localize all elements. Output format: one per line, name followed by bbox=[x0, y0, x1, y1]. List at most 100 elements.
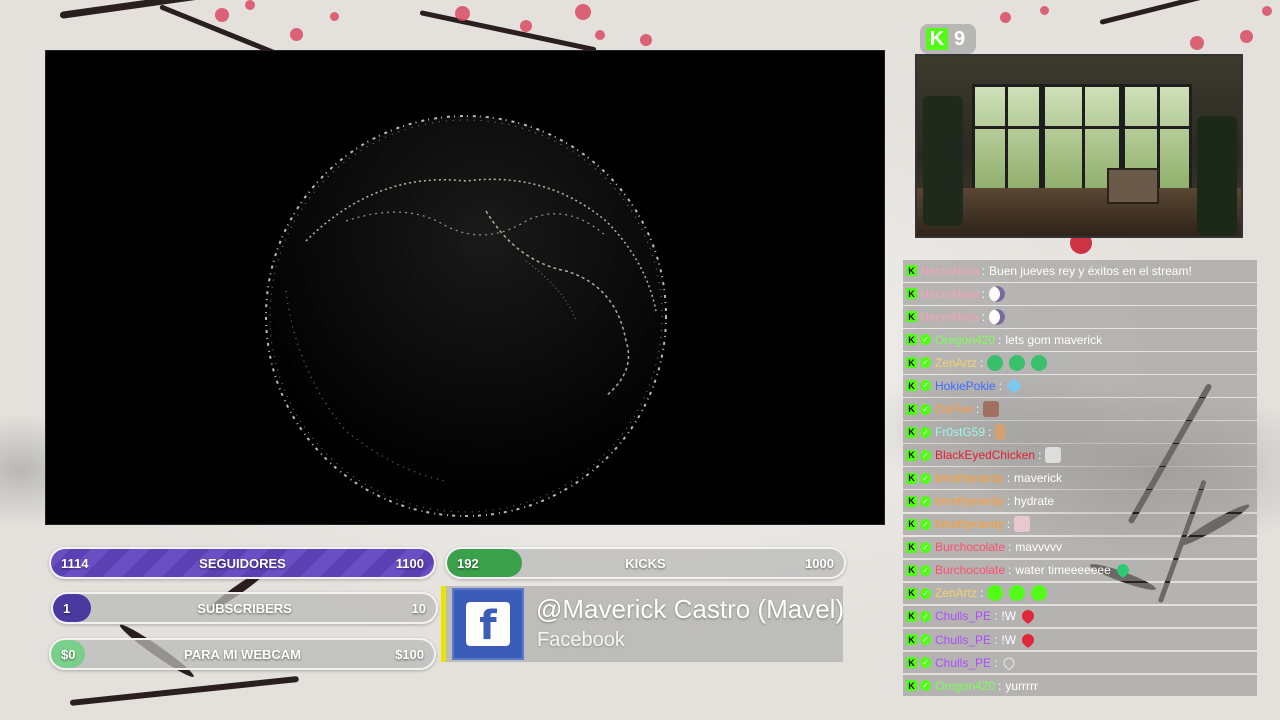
moon-emote-icon bbox=[989, 285, 1006, 302]
chat-message-text: !W bbox=[1001, 632, 1017, 647]
chat-separator: : bbox=[981, 309, 986, 324]
chat-username[interactable]: timothyrandy bbox=[935, 494, 1004, 508]
chat-message: K ✓ Burchocolate: mavvvvv bbox=[903, 536, 1257, 559]
kick-badge-icon: K bbox=[906, 311, 917, 323]
kick-badge-icon: K bbox=[906, 265, 917, 277]
verified-badge-icon: ✓ bbox=[920, 610, 931, 622]
kick-badge-icon: K bbox=[906, 472, 917, 484]
chat-message: K ✓ Chulls_PE: !W bbox=[903, 628, 1257, 651]
alien-emote-icon bbox=[987, 354, 1004, 371]
chat-message: K ✓ Fr0stG59: bbox=[903, 421, 1257, 443]
verified-badge-icon: ✓ bbox=[920, 357, 931, 369]
chat-separator: : bbox=[1006, 471, 1011, 486]
verified-badge-icon: ✓ bbox=[920, 634, 931, 645]
verified-badge-icon: ✓ bbox=[920, 587, 931, 599]
chat-username[interactable]: NecroNixia bbox=[920, 287, 979, 301]
chat-message: K ✓ BlackEyedChicken: bbox=[903, 444, 1257, 466]
alien-emote-icon bbox=[1031, 354, 1048, 371]
main-video-feed bbox=[45, 50, 885, 525]
chat-username[interactable]: Oregon420 bbox=[935, 333, 995, 347]
chat-username[interactable]: NecroNixia bbox=[920, 310, 979, 324]
chat-message-text: lets gom maverick bbox=[1005, 332, 1103, 347]
kick-badge-icon: K bbox=[906, 680, 917, 692]
chat-message-text: !W bbox=[1001, 609, 1017, 624]
viewer-count: 9 bbox=[954, 27, 966, 50]
kick-badge-icon: K bbox=[906, 403, 917, 415]
facebook-logo-icon: f bbox=[452, 588, 524, 660]
followers-label: SEGUIDORES bbox=[199, 555, 286, 571]
chat-separator: : bbox=[994, 609, 998, 624]
chat-username[interactable]: Chulls_PE bbox=[935, 609, 991, 623]
chat-username[interactable]: timothyrandy bbox=[935, 471, 1004, 485]
verified-badge-icon: ✓ bbox=[920, 564, 931, 576]
outline-heart-emote-icon bbox=[1001, 654, 1018, 671]
chat-message: K ✓ timothyrandy: bbox=[903, 513, 1257, 536]
followers-goal-bar: 1114 SEGUIDORES 1100 bbox=[49, 547, 436, 579]
chat-message: K NecroNixia: Buen jueves rey y éxitos en … bbox=[903, 260, 1257, 282]
webcam-label: PARA MI WEBCAM bbox=[184, 646, 301, 662]
chat-username[interactable]: Chulls_PE bbox=[935, 656, 991, 670]
chat-message-text: maverick bbox=[1014, 471, 1063, 486]
social-handle-card: f @Maverick Castro (Mavel) Facebook bbox=[441, 586, 844, 662]
kicks-goal-bar: 192 KICKS 1000 bbox=[445, 547, 846, 579]
chat-message: K ✓ Chulls_PE: !W bbox=[903, 605, 1257, 628]
chat-separator: : bbox=[976, 402, 980, 417]
globe-animation bbox=[265, 115, 667, 517]
chat-message-text: Buen jueves rey y éxitos en el stream! bbox=[989, 263, 1192, 278]
chat-message: K ✓ timothyrandy: hydrate bbox=[903, 490, 1257, 512]
chat-separator: : bbox=[988, 425, 992, 440]
red-heart-emote-icon bbox=[1019, 631, 1037, 648]
kick-badge-icon: K bbox=[906, 564, 917, 576]
chat-separator: : bbox=[1038, 448, 1042, 463]
gem-emote-icon bbox=[1006, 378, 1022, 394]
chat-message: K NecroNixia: bbox=[903, 306, 1257, 328]
verified-badge-icon: ✓ bbox=[920, 495, 931, 507]
chat-username[interactable]: Oregon420 bbox=[935, 679, 995, 693]
kicks-goal: 1000 bbox=[805, 555, 834, 571]
kick-logo-icon: K bbox=[926, 28, 948, 50]
kick-badge-icon: K bbox=[906, 288, 917, 300]
chat-message-text: water timeeeeeee bbox=[1015, 563, 1111, 578]
smile-emote-icon bbox=[1009, 585, 1026, 602]
subscribers-goal-bar: 1 SUBSCRIBERS 10 bbox=[51, 592, 438, 624]
chat-message: K ✓ Burchocolate: water timeeeeeee bbox=[903, 559, 1257, 582]
chat-separator: : bbox=[980, 586, 984, 601]
chat-separator: : bbox=[994, 655, 998, 670]
crown-emote-icon bbox=[1045, 447, 1062, 464]
subscribers-goal: 10 bbox=[411, 600, 426, 616]
webcam-goal: $100 bbox=[395, 646, 424, 662]
chat-username[interactable]: NecroNixia bbox=[920, 264, 979, 278]
chat-username[interactable]: BlackEyedChicken bbox=[935, 448, 1035, 462]
chat-username[interactable]: Fr0stG59 bbox=[935, 425, 985, 439]
kick-badge-icon: K bbox=[906, 495, 917, 507]
chat-separator: : bbox=[998, 378, 1003, 393]
chat-message: K ✓ OxFive: bbox=[903, 398, 1257, 420]
chat-username[interactable]: Burchocolate bbox=[935, 563, 1005, 577]
verified-badge-icon: ✓ bbox=[920, 518, 931, 530]
chat-separator: : bbox=[994, 632, 998, 647]
chat-username[interactable]: timothyrandy bbox=[935, 517, 1004, 531]
chat-message: K NecroNixia: bbox=[903, 283, 1257, 305]
kick-badge-icon: K bbox=[906, 610, 917, 622]
chat-username[interactable]: HokiePokie bbox=[935, 379, 996, 393]
verified-badge-icon: ✓ bbox=[920, 426, 931, 438]
chat-username[interactable]: Burchocolate bbox=[935, 540, 1005, 554]
verified-badge-icon: ✓ bbox=[920, 449, 931, 461]
red-heart-emote-icon bbox=[1019, 607, 1037, 625]
webcam-goal-bar: $0 PARA MI WEBCAM $100 bbox=[49, 638, 436, 670]
chat-username[interactable]: ZenArtz bbox=[935, 356, 977, 370]
viewer-count-badge: K 9 bbox=[920, 24, 976, 54]
verified-badge-icon: ✓ bbox=[920, 680, 931, 692]
kick-badge-icon: K bbox=[906, 541, 917, 553]
chat-separator: : bbox=[981, 286, 986, 301]
chat-username[interactable]: Chulls_PE bbox=[935, 633, 991, 647]
chat-separator: : bbox=[998, 678, 1002, 693]
chat-separator: : bbox=[1006, 517, 1011, 532]
chat-username[interactable]: ZenArtz bbox=[935, 586, 977, 600]
verified-badge-icon: ✓ bbox=[920, 403, 931, 415]
chat-username[interactable]: OxFive bbox=[935, 402, 973, 416]
smile-emote-icon bbox=[1031, 585, 1048, 602]
kick-badge-icon: K bbox=[906, 587, 917, 599]
chat-message: K ✓ timothyrandy: maverick bbox=[903, 467, 1257, 489]
kick-badge-icon: K bbox=[906, 357, 917, 369]
